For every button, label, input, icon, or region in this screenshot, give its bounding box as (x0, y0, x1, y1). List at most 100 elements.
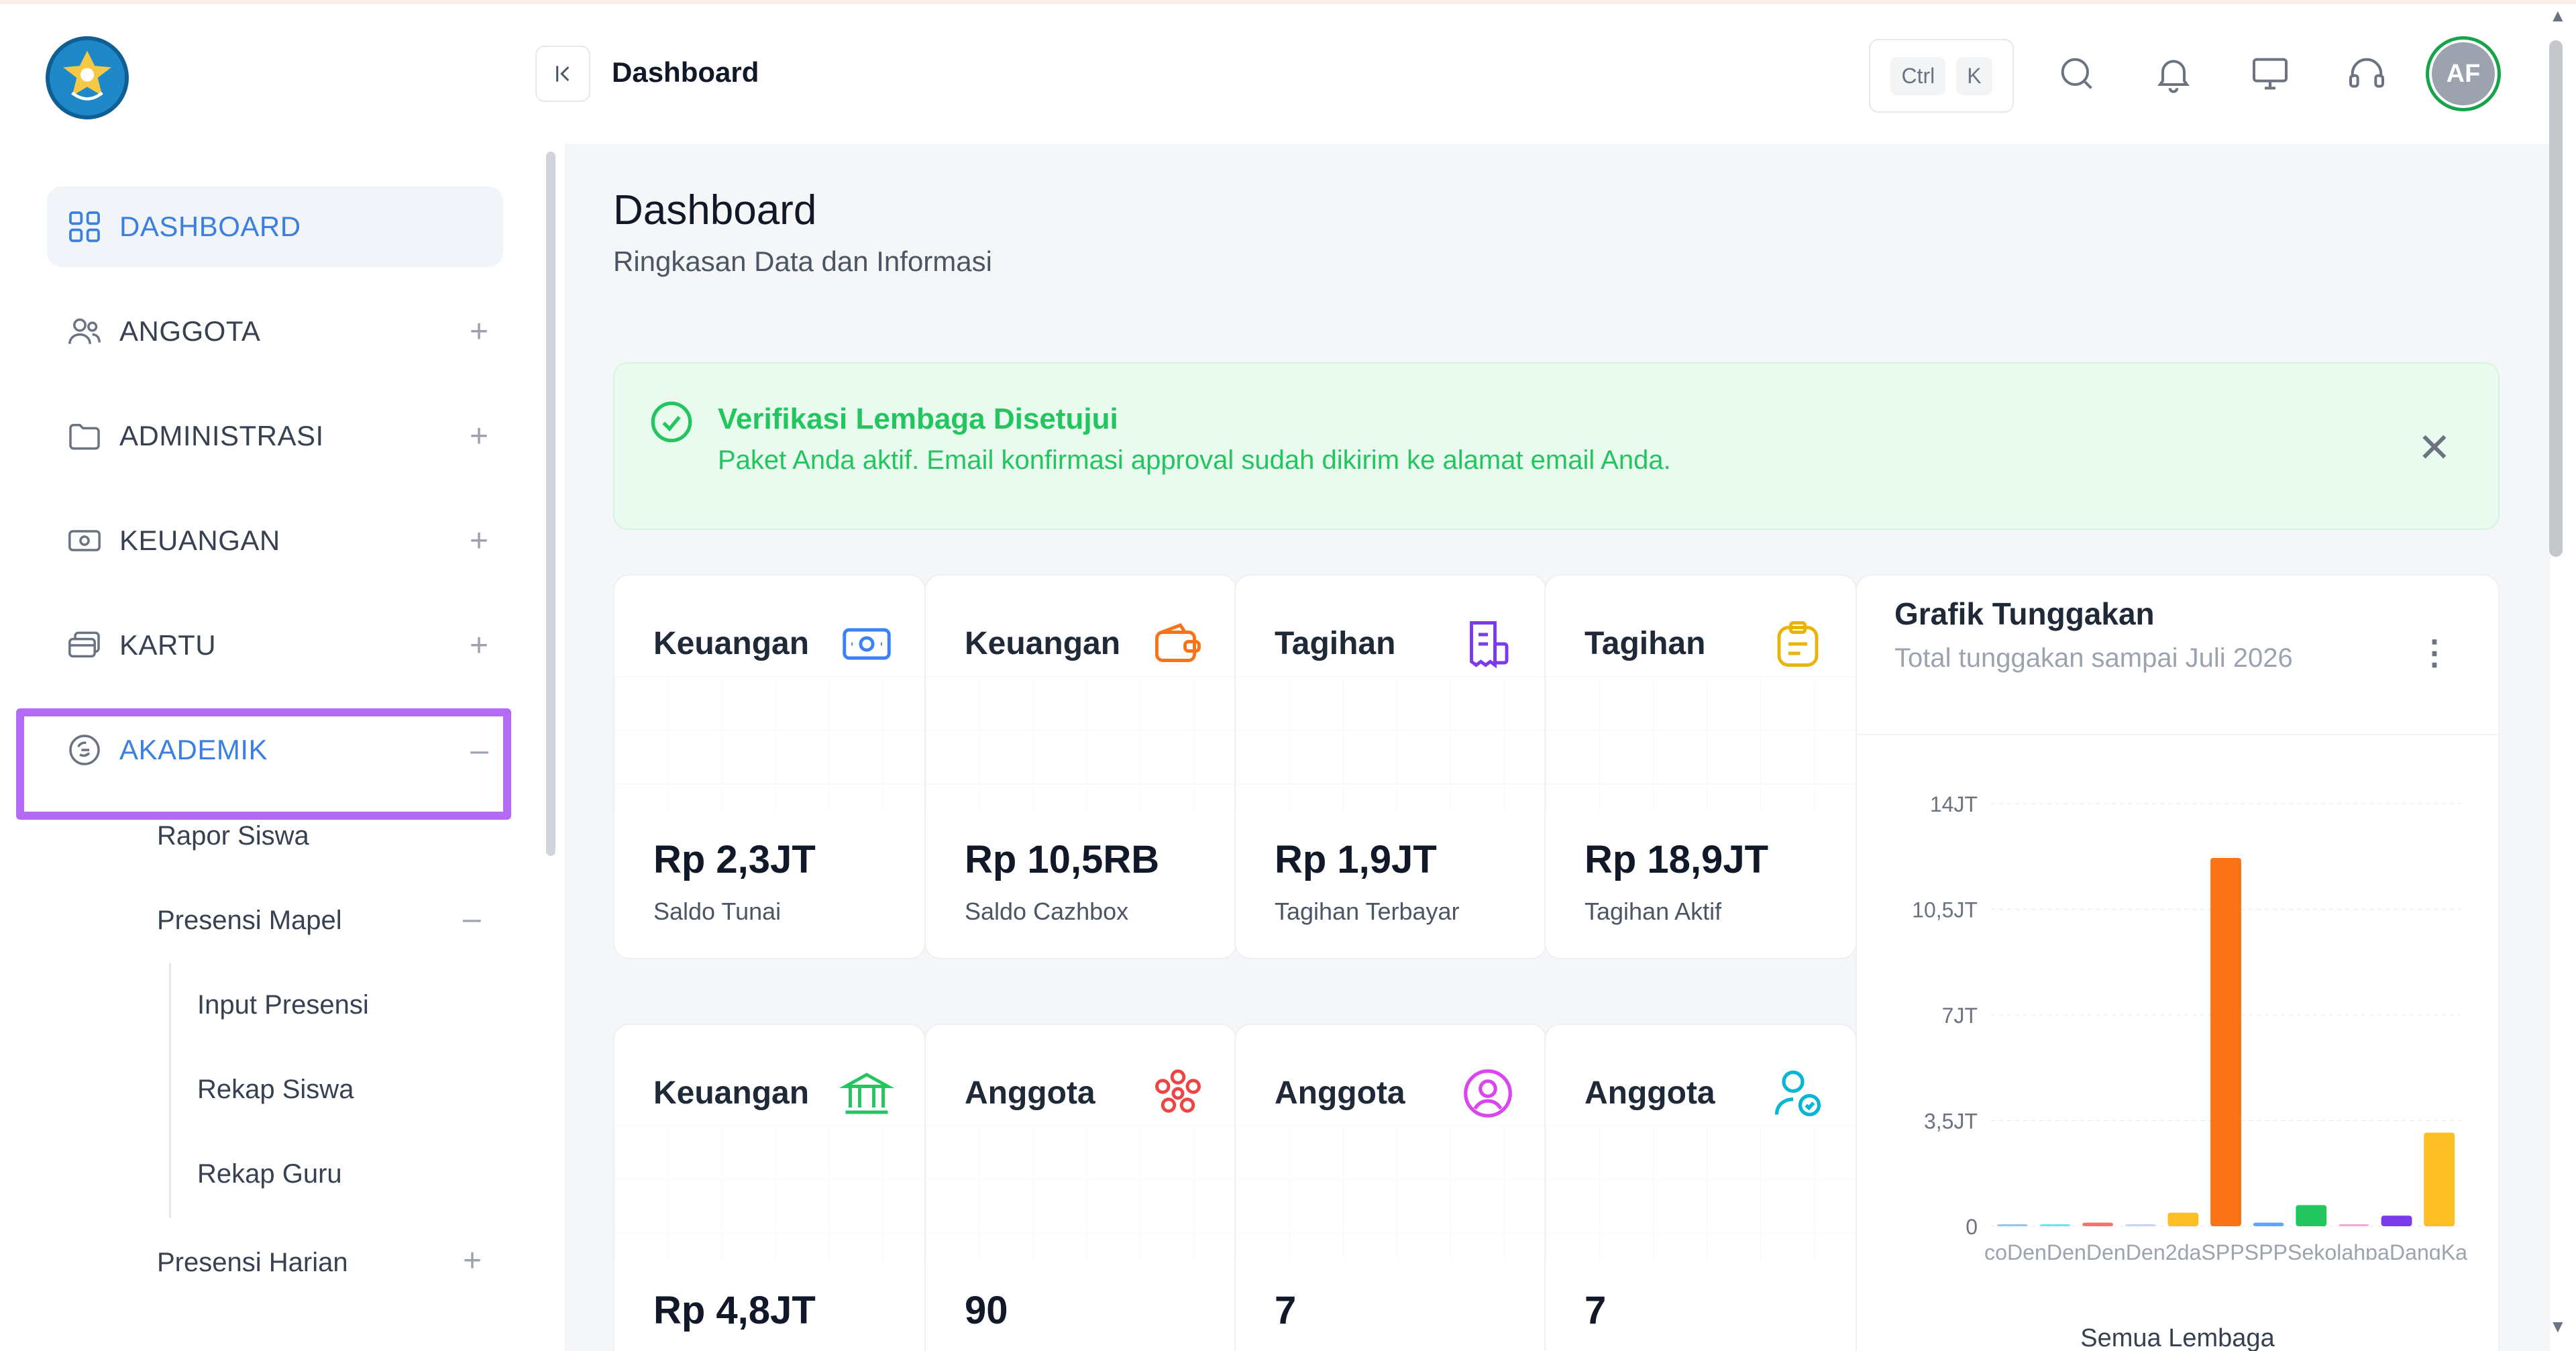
card-pattern (1546, 1126, 1856, 1260)
collapse-minus-icon[interactable]: – (463, 900, 481, 937)
sidebar-item-anggota[interactable]: ANGGOTA + (47, 291, 503, 372)
stat-card-tagihan-terbayar[interactable]: Tagihan Rp 1,9JT Tagihan Terbayar (1234, 574, 1547, 959)
scroll-up-arrow[interactable]: ▲ (2549, 5, 2567, 26)
chart-filter-label[interactable]: Semua Lembaga (1857, 1324, 2498, 1351)
card-title: Anggota (965, 1075, 1095, 1111)
y-tick-label: 7JT (1942, 1004, 1978, 1028)
chart-bar[interactable] (2210, 858, 2241, 1226)
card-value: 7 (1275, 1289, 1297, 1332)
chart-bar[interactable] (2339, 1224, 2369, 1226)
sidebar-sub-presensi-harian[interactable]: Presensi Harian (157, 1248, 348, 1278)
expand-plus-icon[interactable]: + (463, 1242, 482, 1279)
institution-logo[interactable] (46, 36, 129, 119)
sidebar-sub-presensi-mapel[interactable]: Presensi Mapel (157, 906, 342, 936)
command-palette-shortcut[interactable]: Ctrl K (1869, 39, 2014, 113)
app-window: DASHBOARD ANGGOTA + ADMINISTRASI + KEUAN… (0, 0, 2576, 1351)
card-title: Keuangan (965, 626, 1121, 661)
chart-bar[interactable] (2424, 1132, 2455, 1227)
headset-icon[interactable] (2345, 52, 2388, 95)
chart-subtitle: Total tunggakan sampai Juli 2026 (1894, 643, 2293, 673)
expand-plus-icon[interactable]: + (470, 313, 488, 350)
scroll-down-arrow[interactable]: ▼ (2549, 1316, 2567, 1337)
sidebar-sub-rekap-guru[interactable]: Rekap Guru (197, 1159, 342, 1189)
wallet-icon (1150, 616, 1206, 672)
card-title: Tagihan (1275, 626, 1396, 661)
alert-message: Paket Anda aktif. Email konfirmasi appro… (718, 445, 1671, 475)
sidebar-scrollbar[interactable] (546, 152, 555, 856)
card-value: Rp 1,9JT (1275, 838, 1437, 881)
card-title: Tagihan (1585, 626, 1706, 661)
alert-title: Verifikasi Lembaga Disetujui (718, 402, 1118, 435)
card-pattern (926, 1126, 1236, 1260)
chart-bar[interactable] (2253, 1222, 2284, 1226)
sidebar-item-label: KARTU (119, 629, 217, 661)
stat-card-keuangan-bank[interactable]: Keuangan Rp 4,8JT (613, 1024, 926, 1351)
sidebar-sub-rekap-siswa[interactable]: Rekap Siswa (197, 1075, 354, 1105)
money-icon (839, 616, 895, 672)
card-value: 7 (1585, 1289, 1607, 1332)
check-circle-icon (651, 401, 692, 443)
sidebar-sub-input-presensi[interactable]: Input Presensi (197, 990, 369, 1020)
search-icon[interactable] (2055, 52, 2098, 95)
monitor-icon[interactable] (2249, 52, 2292, 95)
sidebar-item-dashboard[interactable]: DASHBOARD (47, 186, 503, 267)
main-scrollbar[interactable] (2549, 40, 2563, 557)
clipboard-icon (1770, 616, 1826, 672)
chart-bar[interactable] (2381, 1215, 2412, 1226)
folder-icon (64, 416, 105, 456)
card-title: Anggota (1275, 1075, 1405, 1111)
chart-bar[interactable] (2296, 1205, 2327, 1227)
invoice-icon (1460, 616, 1516, 672)
expand-plus-icon[interactable]: + (470, 418, 488, 455)
arrears-chart-card: Grafik Tunggakan Total tunggakan sampai … (1856, 574, 2500, 1351)
money-icon (64, 521, 105, 561)
kbd-k: K (1956, 56, 1992, 95)
card-value: Rp 10,5RB (965, 838, 1160, 881)
chart-divider (1857, 734, 2498, 735)
sidebar-item-keuangan[interactable]: KEUANGAN + (47, 500, 503, 581)
chart-title: Grafik Tunggakan (1894, 596, 2155, 631)
stat-card-saldo-cazhbox[interactable]: Keuangan Rp 10,5RB Saldo Cazhbox (924, 574, 1237, 959)
bell-icon[interactable] (2152, 52, 2195, 95)
user-avatar[interactable]: AF (2426, 36, 2501, 111)
y-tick-label: 14JT (1930, 792, 1978, 816)
card-pattern (1546, 676, 1856, 810)
chart-bar[interactable] (2082, 1222, 2113, 1226)
kbd-ctrl: Ctrl (1890, 56, 1946, 95)
sidebar-item-administrasi[interactable]: ADMINISTRASI + (47, 396, 503, 476)
chart-bar[interactable] (1996, 1224, 2028, 1226)
card-title: Keuangan (653, 1075, 810, 1111)
page-title: Dashboard (613, 187, 817, 233)
sidebar-item-label: ANGGOTA (119, 315, 261, 347)
bank-icon (839, 1065, 895, 1122)
stat-card-tagihan-aktif[interactable]: Tagihan Rp 18,9JT Tagihan Aktif (1544, 574, 1857, 959)
sidebar-item-label: DASHBOARD (119, 211, 301, 242)
expand-plus-icon[interactable]: + (470, 627, 488, 664)
sidebar: DASHBOARD ANGGOTA + ADMINISTRASI + KEUAN… (0, 4, 555, 1351)
sidebar-collapse-button[interactable] (535, 46, 590, 102)
sidebar-item-label: KEUANGAN (119, 525, 280, 556)
stat-card-anggota-user[interactable]: Anggota 7 (1234, 1024, 1547, 1351)
user-add-icon (1770, 1065, 1826, 1122)
card-label: Saldo Cazhbox (965, 898, 1129, 925)
y-tick-label: 10,5JT (1912, 898, 1978, 922)
card-title: Keuangan (653, 626, 810, 661)
chart-bar[interactable] (2125, 1224, 2156, 1226)
stat-card-anggota-total[interactable]: Anggota 90 (924, 1024, 1237, 1351)
grid-icon (64, 207, 105, 247)
submenu-divider-line (169, 963, 171, 1218)
chart-bar[interactable] (2167, 1212, 2199, 1226)
card-pattern (1236, 1126, 1546, 1260)
sidebar-item-kartu[interactable]: KARTU + (47, 605, 503, 686)
more-vertical-icon[interactable]: ⋮ (2418, 636, 2451, 669)
sidebar-sub-rapor-siswa[interactable]: Rapor Siswa (157, 821, 309, 851)
close-icon[interactable]: ✕ (2418, 428, 2451, 468)
card-value: Rp 18,9JT (1585, 838, 1768, 881)
card-pattern (614, 1126, 924, 1260)
y-tick-label: 3,5JT (1924, 1110, 1978, 1134)
chart-bar[interactable] (2039, 1224, 2071, 1226)
group-icon (1150, 1065, 1206, 1122)
stat-card-anggota-add[interactable]: Anggota 7 (1544, 1024, 1857, 1351)
expand-plus-icon[interactable]: + (470, 523, 488, 559)
stat-card-saldo-tunai[interactable]: Keuangan Rp 2,3JT Saldo Tunai (613, 574, 926, 959)
